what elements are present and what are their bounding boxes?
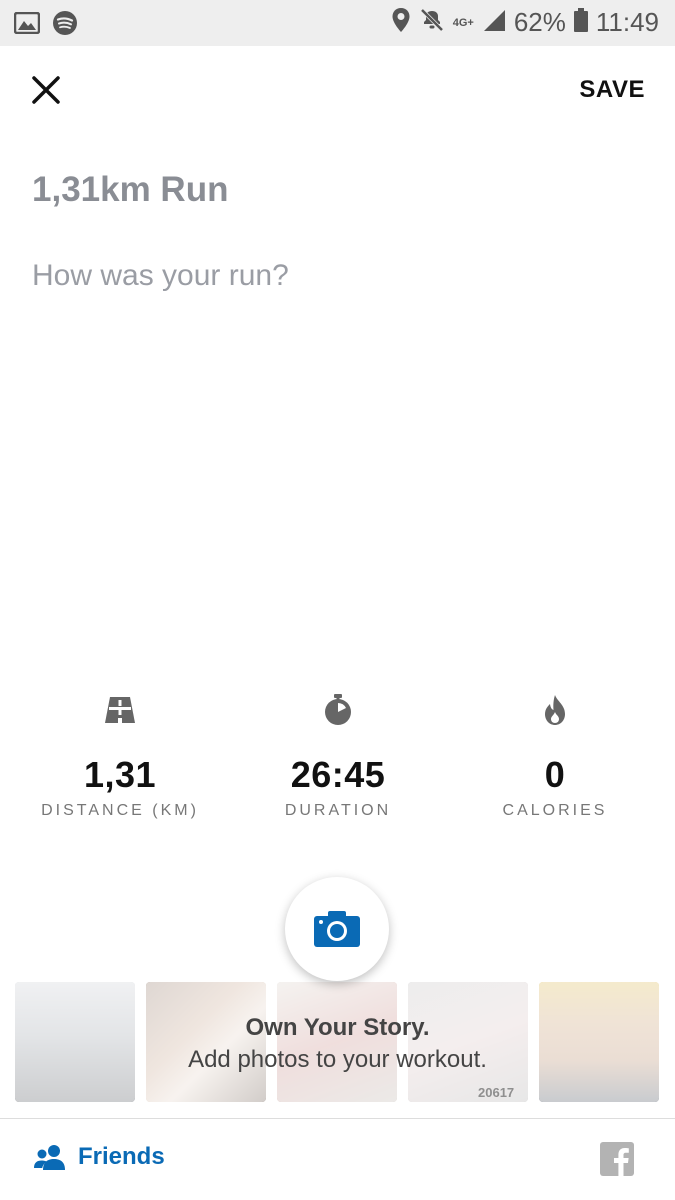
facebook-share-button[interactable] <box>600 1142 634 1176</box>
duration-value: 26:45 <box>290 754 386 795</box>
thumbnail-caption: 20617 <box>478 1085 515 1100</box>
friends-button[interactable]: Friends <box>34 1143 165 1171</box>
photo-thumbnail <box>539 982 659 1102</box>
distance-value: 1,31 <box>83 754 157 795</box>
battery-percent: 62% <box>513 7 566 37</box>
close-button[interactable] <box>28 72 64 108</box>
friends-label: Friends <box>78 1143 165 1170</box>
close-icon <box>32 76 60 104</box>
friends-icon <box>34 1145 65 1170</box>
signal-icon <box>482 8 506 37</box>
location-icon <box>391 7 411 38</box>
save-button[interactable]: SAVE <box>579 76 645 104</box>
road-icon <box>10 690 230 730</box>
calories-label: CALORIES <box>502 802 608 819</box>
workout-stats: 1,31 DISTANCE (KM) 26:45 DURATION 0 CALO… <box>0 690 675 830</box>
stat-duration: 26:45 DURATION <box>228 690 448 820</box>
status-bar: 4G+ 62% 11:49 <box>0 0 675 46</box>
spotify-icon <box>52 10 78 41</box>
clock: 11:49 <box>595 7 659 37</box>
photo-thumbnail <box>15 982 135 1102</box>
photo-thumbnail: 20617 <box>408 982 528 1102</box>
camera-icon <box>314 911 360 947</box>
story-subtitle: Add photos to your workout. <box>188 1046 487 1073</box>
mute-icon <box>419 7 445 38</box>
calories-value: 0 <box>544 754 566 795</box>
distance-label: DISTANCE (KM) <box>41 802 199 819</box>
photo-thumbnail <box>146 982 266 1102</box>
workout-title[interactable]: 1,31km Run <box>32 170 228 210</box>
workout-notes-input[interactable] <box>30 245 634 307</box>
stat-distance: 1,31 DISTANCE (KM) <box>10 690 230 820</box>
add-photo-button[interactable] <box>285 877 389 981</box>
flame-icon <box>445 690 665 730</box>
duration-label: DURATION <box>284 802 392 819</box>
bottom-divider <box>0 1118 675 1119</box>
gallery-icon <box>13 11 41 39</box>
story-title: Own Your Story. <box>245 1014 430 1041</box>
stopwatch-icon <box>228 690 448 730</box>
photo-strip[interactable]: 20617 <box>15 982 660 1102</box>
network-type: 4G+ <box>452 16 474 29</box>
battery-icon <box>573 8 588 37</box>
photo-thumbnail <box>277 982 397 1102</box>
stat-calories: 0 CALORIES <box>445 690 665 820</box>
facebook-icon <box>600 1142 634 1176</box>
